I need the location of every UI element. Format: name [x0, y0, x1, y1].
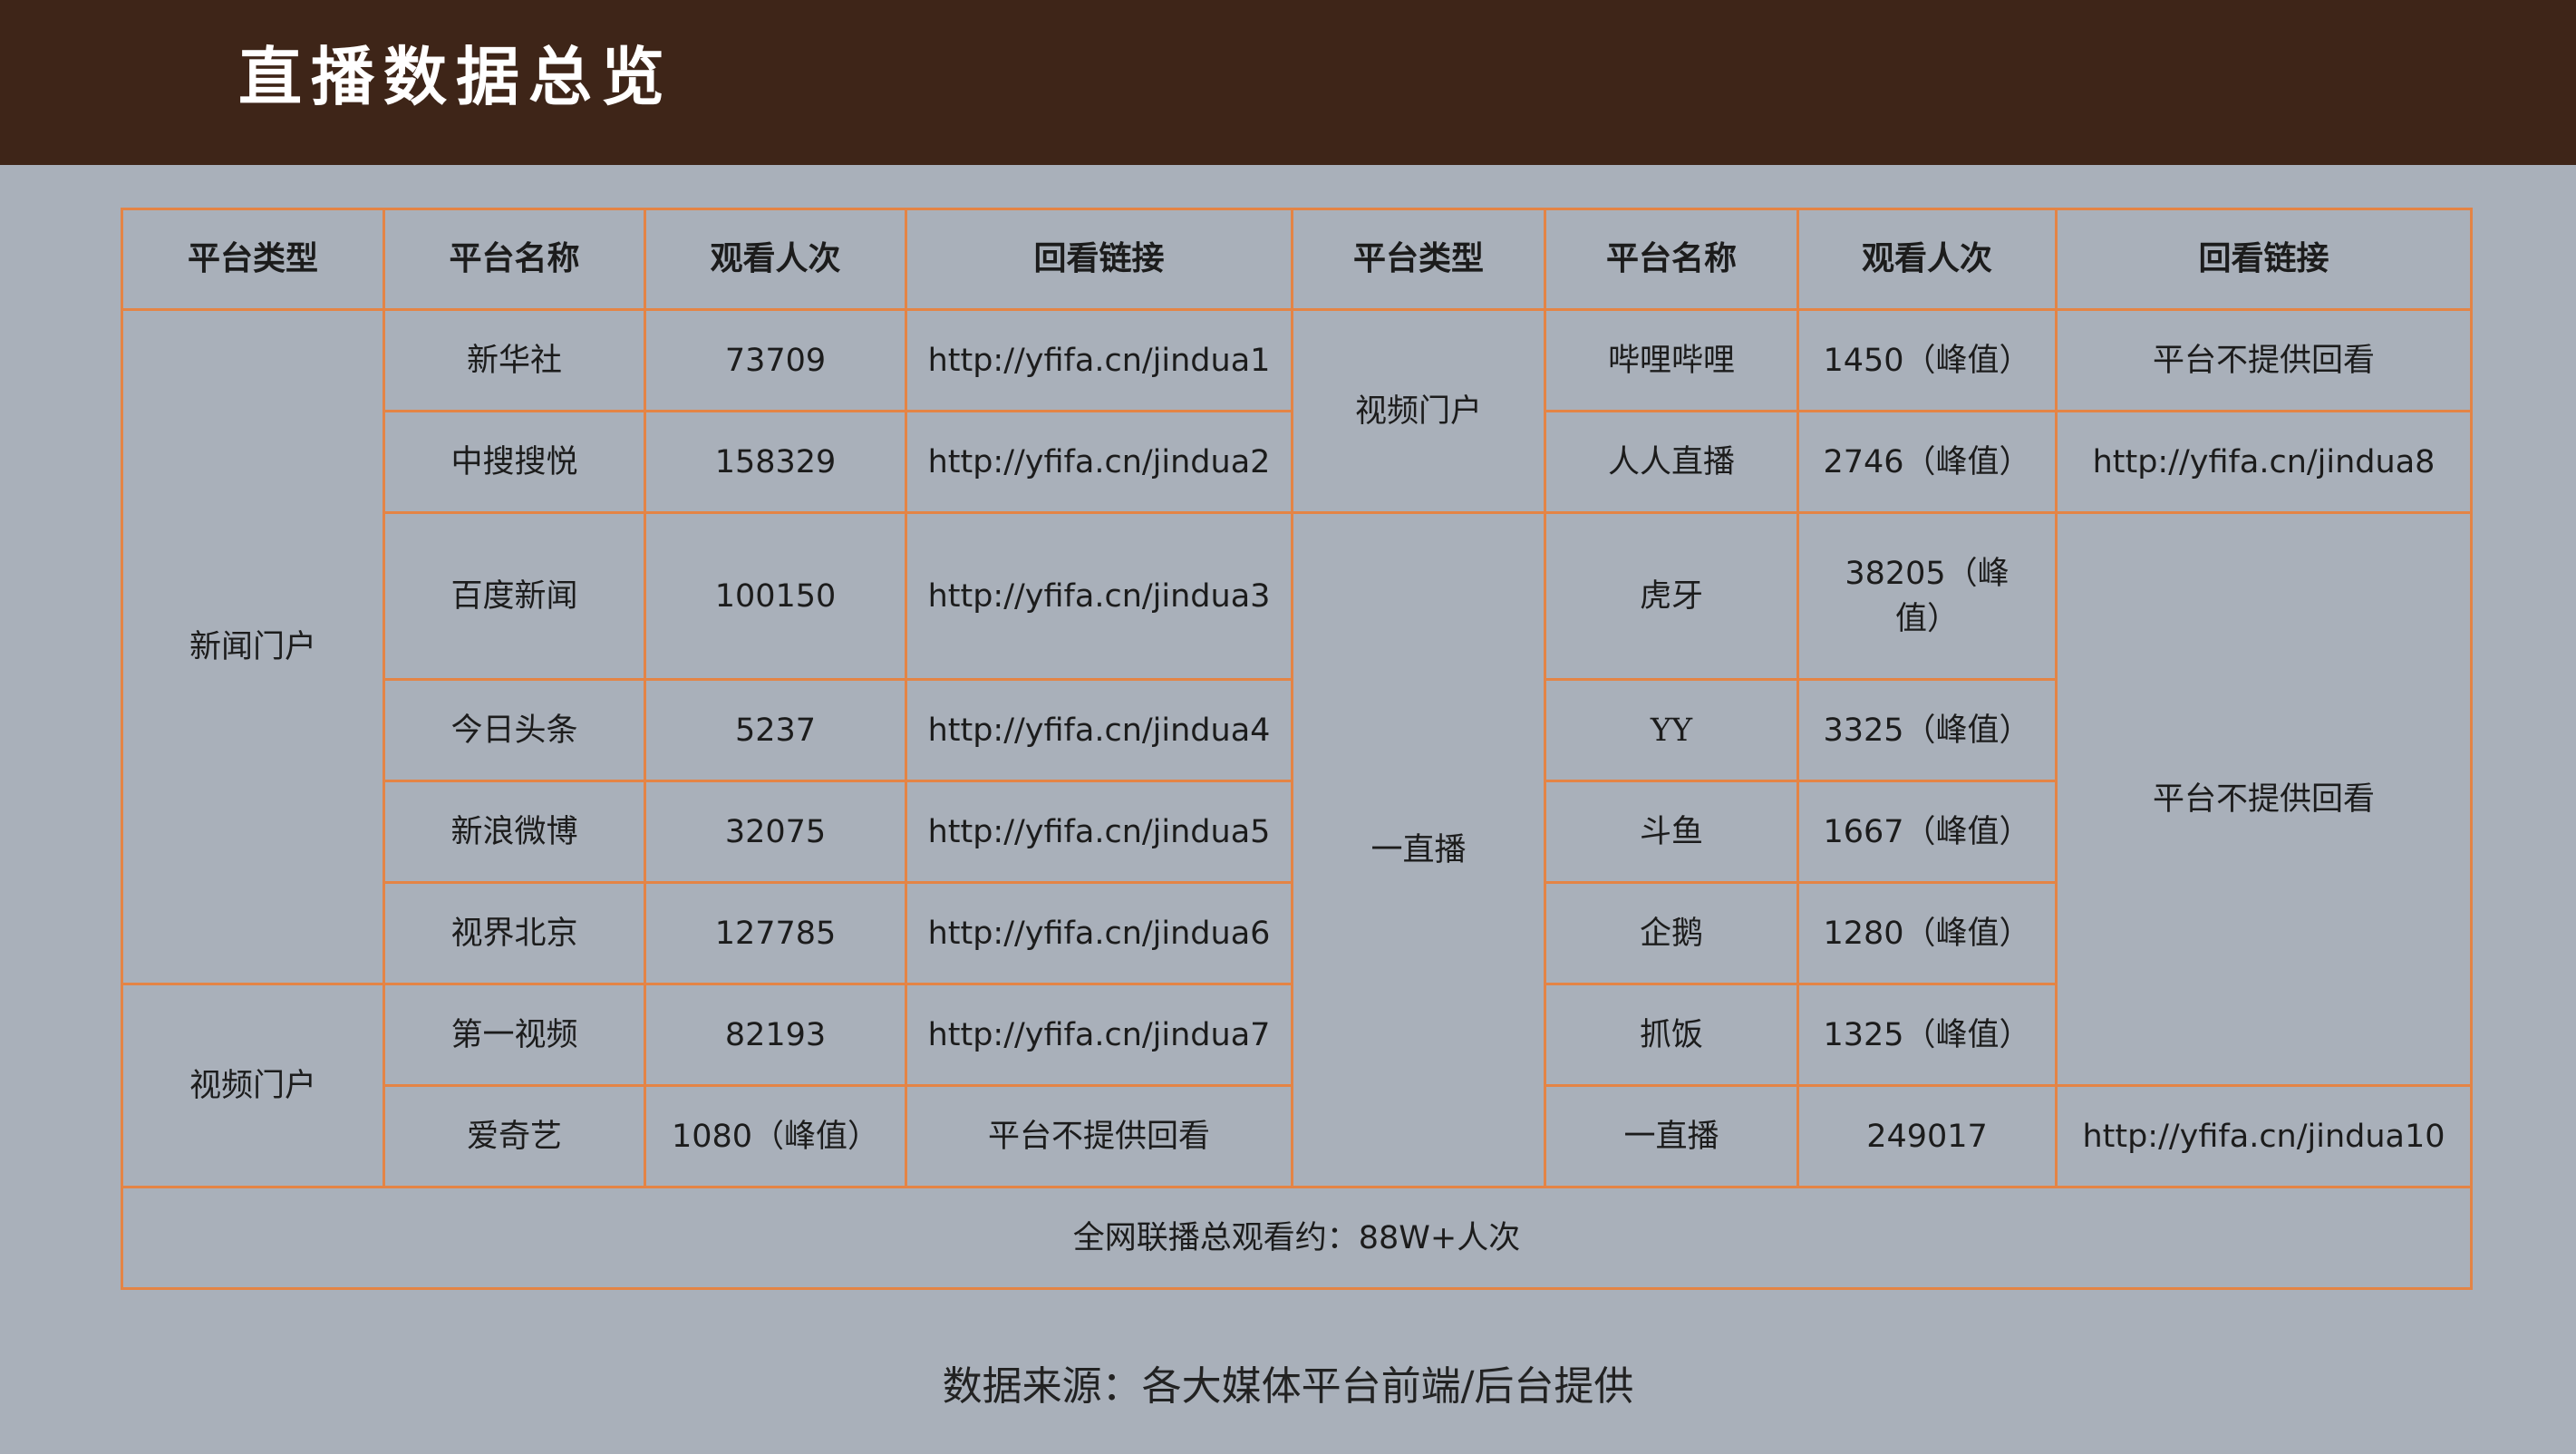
views-cell: 38205（峰值） — [1796, 511, 2058, 681]
live-data-table: 平台类型 平台名称 观看人次 回看链接 平台类型 平台名称 观看人次 回看链接 … — [121, 208, 2473, 1290]
platform-name-cell: 虎牙 — [1544, 511, 1799, 681]
replay-link[interactable]: http://yfifa.cn/jindua5 — [905, 780, 1293, 884]
total-views-summary: 全网联播总观看约：88W+人次 — [121, 1186, 2473, 1290]
replay-link-cell: 平台不提供回看 — [2055, 511, 2473, 1087]
header-cell: 平台类型 — [1291, 208, 1546, 311]
platform-name-cell: 今日头条 — [383, 678, 646, 782]
views-cell: 5237 — [644, 678, 907, 782]
views-cell: 1080（峰值） — [644, 1084, 907, 1188]
header-cell: 观看人次 — [644, 208, 907, 311]
replay-link[interactable]: http://yfifa.cn/jindua8 — [2055, 410, 2473, 514]
views-cell: 32075 — [644, 780, 907, 884]
total-row: 全网联播总观看约：88W+人次 — [121, 1186, 2473, 1290]
page-title: 直播数据总览 — [238, 40, 673, 114]
header-cell: 观看人次 — [1796, 208, 2058, 311]
platform-name-cell: 哔哩哔哩 — [1544, 308, 1799, 412]
platform-name-cell: 百度新闻 — [383, 511, 646, 681]
platform-name-cell: 第一视频 — [383, 983, 646, 1087]
views-cell: 158329 — [644, 410, 907, 514]
replay-link[interactable]: http://yfifa.cn/jindua4 — [905, 678, 1293, 782]
platform-name-cell: 一直播 — [1544, 1084, 1799, 1188]
platform-name-cell: 斗鱼 — [1544, 780, 1799, 884]
views-cell: 1325（峰值） — [1796, 983, 2058, 1087]
platform-name-cell: 视界北京 — [383, 881, 646, 985]
views-cell: 127785 — [644, 881, 907, 985]
header-cell: 平台类型 — [121, 208, 385, 311]
views-cell: 3325（峰值） — [1796, 678, 2058, 782]
views-cell: 1450（峰值） — [1796, 308, 2058, 412]
header-cell: 平台名称 — [1544, 208, 1799, 311]
views-cell: 82193 — [644, 983, 907, 1087]
table-row: 百度新闻 100150 http://yfifa.cn/jindua3 一直播 … — [122, 511, 2473, 1188]
views-cell: 100150 — [644, 511, 907, 681]
platform-name-cell: 新浪微博 — [383, 780, 646, 884]
header-cell: 回看链接 — [2055, 208, 2473, 311]
replay-link[interactable]: http://yfifa.cn/jindua7 — [905, 983, 1293, 1087]
replay-link-cell: 平台不提供回看 — [2055, 308, 2473, 412]
views-cell: 2746（峰值） — [1796, 410, 2058, 514]
views-cell: 73709 — [644, 308, 907, 412]
platform-name-cell: 企鹅 — [1544, 881, 1799, 985]
platform-type-cell: 视频门户 — [121, 983, 385, 1188]
table-header-row: 平台类型 平台名称 观看人次 回看链接 平台类型 平台名称 观看人次 回看链接 — [121, 208, 2473, 311]
platform-name-cell: 中搜搜悦 — [383, 410, 646, 514]
replay-link[interactable]: http://yfifa.cn/jindua6 — [905, 881, 1293, 985]
views-cell: 1667（峰值） — [1796, 780, 2058, 884]
platform-name-cell: 人人直播 — [1544, 410, 1799, 514]
platform-type-cell: 一直播 — [1291, 511, 1546, 1188]
table-row: 新闻门户 新华社 73709 http://yfifa.cn/jindua1 视… — [121, 308, 2473, 985]
views-cell: 1280（峰值） — [1796, 881, 2058, 985]
replay-link[interactable]: http://yfifa.cn/jindua10 — [2055, 1084, 2473, 1188]
data-source-note: 数据来源：各大媒体平台前端/后台提供 — [942, 1363, 1634, 1410]
replay-link[interactable]: http://yfifa.cn/jindua2 — [905, 410, 1293, 514]
header-cell: 回看链接 — [905, 208, 1293, 311]
replay-link[interactable]: http://yfifa.cn/jindua1 — [905, 308, 1293, 412]
replay-link-cell: 平台不提供回看 — [905, 1084, 1293, 1188]
platform-name-cell: 抓饭 — [1544, 983, 1799, 1087]
platform-name-cell: YY — [1544, 678, 1799, 782]
platform-name-cell: 爱奇艺 — [383, 1084, 646, 1188]
header-cell: 平台名称 — [383, 208, 646, 311]
platform-type-cell: 新闻门户 — [121, 308, 385, 985]
header-bar: 直播数据总览 — [0, 0, 2576, 165]
platform-name-cell: 新华社 — [383, 308, 646, 412]
platform-type-cell: 视频门户 — [1291, 308, 1546, 514]
replay-link[interactable]: http://yfifa.cn/jindua3 — [905, 511, 1293, 681]
views-cell: 249017 — [1796, 1084, 2058, 1188]
